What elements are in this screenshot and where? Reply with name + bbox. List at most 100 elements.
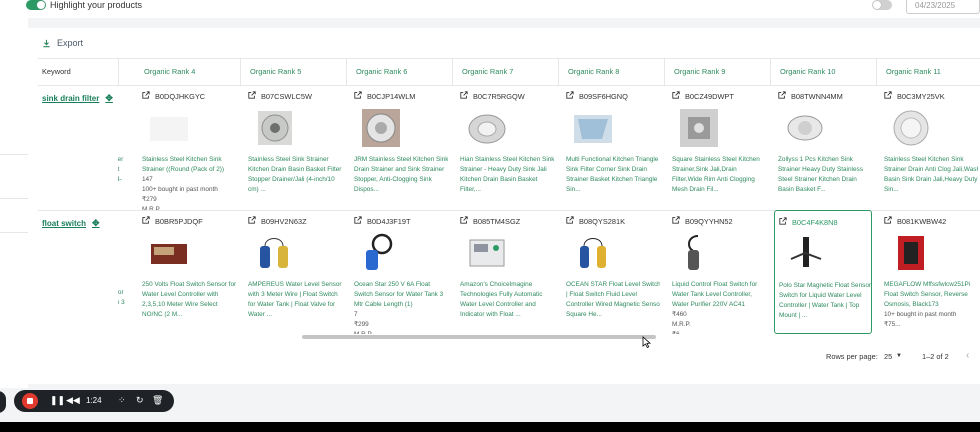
grid-icon[interactable]: ⁘ bbox=[118, 395, 126, 406]
keyword-link[interactable]: float switch ✥ bbox=[42, 218, 100, 229]
product-title-text[interactable]: Zollyss 1 Pcs Kitchen Sink Strainer Heav… bbox=[778, 155, 872, 195]
product-cell[interactable]: B0C7R5RGQW Hian Stainless Steel Kitchen S… bbox=[456, 85, 554, 210]
scrollbar-thumb[interactable] bbox=[302, 335, 656, 339]
trash-icon[interactable]: 🗑 bbox=[152, 395, 163, 406]
product-title-text[interactable]: Liquid Control Float Switch for Water Ta… bbox=[672, 280, 766, 310]
product-image[interactable] bbox=[890, 232, 932, 274]
caret-down-icon[interactable]: ▼ bbox=[896, 353, 902, 359]
external-link-icon[interactable] bbox=[460, 216, 473, 226]
product-image[interactable] bbox=[890, 107, 932, 149]
product-cell[interactable]: B08TWNN4MM Zollyss 1 Pcs Kitchen Sink Str… bbox=[774, 85, 872, 210]
product-title-text[interactable]: Polo Star Magnetic Float Sensor Switch f… bbox=[779, 281, 871, 321]
product-cell[interactable]: B0BR5PJDQF 250 Volts Float Switch Sensor … bbox=[138, 210, 236, 335]
highlight-toggle[interactable] bbox=[26, 0, 46, 10]
asin-link[interactable]: B0CZ49DWPT bbox=[672, 91, 734, 101]
product-image[interactable] bbox=[148, 107, 190, 149]
external-link-icon[interactable] bbox=[778, 91, 791, 101]
external-link-icon[interactable] bbox=[354, 91, 367, 101]
product-image[interactable] bbox=[148, 232, 190, 274]
product-image[interactable] bbox=[466, 107, 508, 149]
product-title[interactable]: Liquid Control Float Switch for Water Ta… bbox=[672, 280, 766, 335]
product-image[interactable] bbox=[678, 107, 720, 149]
secondary-toggle[interactable] bbox=[872, 0, 892, 10]
rows-per-page-select[interactable]: 25 bbox=[884, 352, 892, 361]
external-link-icon[interactable] bbox=[142, 91, 155, 101]
product-image[interactable] bbox=[785, 233, 827, 275]
external-link-icon[interactable] bbox=[884, 91, 897, 101]
asin-link[interactable]: B09SF6HGNQ bbox=[566, 91, 628, 101]
product-title-text[interactable]: Multi Functional Kitchen Triangle Sink F… bbox=[566, 155, 660, 195]
product-title-text[interactable]: Stainless Steel Kitchen Sink Strainer Dr… bbox=[884, 155, 978, 195]
product-title[interactable]: Amazon's ChoiceImagine Technologies Full… bbox=[460, 280, 554, 320]
external-link-icon[interactable] bbox=[779, 217, 792, 227]
product-cell[interactable]: B09SF6HGNQ Multi Functional Kitchen Trian… bbox=[562, 85, 660, 210]
product-cell[interactable]: B07CSWLC5W Stainless Steel Sink Strainer … bbox=[244, 85, 342, 210]
pause-icon[interactable]: ❚❚ bbox=[50, 395, 65, 406]
crosshair-icon[interactable]: ✥ bbox=[105, 93, 113, 104]
asin-link[interactable]: B0C4F4K8N8 bbox=[779, 217, 838, 227]
external-link-icon[interactable] bbox=[248, 91, 261, 101]
product-title[interactable]: Square Stainless Steel Kitchen Strainer,… bbox=[672, 155, 766, 195]
asin-link[interactable]: B09HV2N63Z bbox=[248, 216, 307, 226]
rewind-icon[interactable]: ◀◀ bbox=[66, 395, 80, 406]
asin-link[interactable]: B07CSWLC5W bbox=[248, 91, 312, 101]
keyword-link[interactable]: sink drain filter ✥ bbox=[42, 93, 113, 104]
external-link-icon[interactable] bbox=[354, 216, 367, 226]
product-title[interactable]: Zollyss 1 Pcs Kitchen Sink Strainer Heav… bbox=[778, 155, 872, 195]
product-title[interactable]: 250 Volts Float Switch Sensor for Water … bbox=[142, 280, 236, 320]
product-cell[interactable]: B09QYYHN52 Liquid Control Float Switch fo… bbox=[668, 210, 766, 335]
product-image[interactable] bbox=[254, 107, 296, 149]
product-title-text[interactable]: JRM Stainless Steel Kitchen Sink Drain S… bbox=[354, 155, 448, 195]
product-image[interactable] bbox=[254, 232, 296, 274]
product-title-text[interactable]: Stainless Steel Sink Strainer Kitchen Dr… bbox=[248, 155, 342, 195]
external-link-icon[interactable] bbox=[248, 216, 261, 226]
product-title-text[interactable]: Hian Stainless Steel Kitchen Sink Strain… bbox=[460, 155, 554, 195]
external-link-icon[interactable] bbox=[142, 216, 155, 226]
product-title-text[interactable]: MEGAFLOW Mffssfwlcw251Pi Float Switch Se… bbox=[884, 280, 978, 310]
product-title[interactable]: Ocean Star 250 V 6A Float Switch Sensor … bbox=[354, 280, 448, 335]
product-cell[interactable]: B0DQJHKGYC Stainless Steel Kitchen Sink S… bbox=[138, 85, 236, 210]
keyword-text[interactable]: float switch bbox=[42, 219, 86, 228]
external-link-icon[interactable] bbox=[672, 216, 685, 226]
product-image[interactable] bbox=[466, 232, 508, 274]
product-title[interactable]: Stainless Steel Kitchen Sink Strainer ((… bbox=[142, 155, 236, 210]
product-cell[interactable]: B09HV2N63Z AMPEREUS Water Level Sensor wi… bbox=[244, 210, 342, 335]
product-title[interactable]: Polo Star Magnetic Float Sensor Switch f… bbox=[779, 281, 871, 321]
product-title[interactable]: JRM Stainless Steel Kitchen Sink Drain S… bbox=[354, 155, 448, 195]
asin-link[interactable]: B0C7R5RGQW bbox=[460, 91, 525, 101]
external-link-icon[interactable] bbox=[460, 91, 473, 101]
product-cell[interactable]: B0C3MY25VK Stainless Steel Kitchen Sink S… bbox=[880, 85, 978, 210]
asin-link[interactable]: B0BR5PJDQF bbox=[142, 216, 203, 226]
chevron-left-icon[interactable]: ‹ bbox=[966, 350, 969, 361]
asin-link[interactable]: B09QYYHN52 bbox=[672, 216, 733, 226]
product-image[interactable] bbox=[360, 107, 402, 149]
product-cell[interactable]: B08QYS281K OCEAN STAR Float Level Switch … bbox=[562, 210, 660, 335]
product-title-text[interactable]: Stainless Steel Kitchen Sink Strainer ((… bbox=[142, 155, 236, 175]
product-image[interactable] bbox=[678, 232, 720, 274]
crosshair-icon[interactable]: ✥ bbox=[92, 218, 100, 229]
product-title[interactable]: Stainless Steel Kitchen Sink Strainer Dr… bbox=[884, 155, 978, 195]
asin-link[interactable]: B0C3MY25VK bbox=[884, 91, 945, 101]
date-input[interactable]: 04/23/2025 bbox=[906, 0, 980, 14]
product-cell[interactable]: B0C4F4K8N8 Polo Star Magnetic Float Senso… bbox=[774, 210, 872, 334]
product-title[interactable]: AMPEREUS Water Level Sensor with 3 Meter… bbox=[248, 280, 342, 320]
keyword-text[interactable]: sink drain filter bbox=[42, 94, 99, 103]
product-cell[interactable]: B0CZ49DWPT Square Stainless Steel Kitchen… bbox=[668, 85, 766, 210]
asin-link[interactable]: B0CJP14WLM bbox=[354, 91, 415, 101]
product-title[interactable]: Stainless Steel Sink Strainer Kitchen Dr… bbox=[248, 155, 342, 195]
product-cell[interactable]: B081KWBW42 MEGAFLOW Mffssfwlcw251Pi Float… bbox=[880, 210, 978, 335]
product-cell[interactable]: B085TM4SGZ Amazon's ChoiceImagine Technol… bbox=[456, 210, 554, 335]
asin-link[interactable]: B0DQJHKGYC bbox=[142, 91, 205, 101]
asin-link[interactable]: B08QYS281K bbox=[566, 216, 625, 226]
export-button[interactable]: Export bbox=[42, 38, 83, 48]
product-title-text[interactable]: 250 Volts Float Switch Sensor for Water … bbox=[142, 280, 236, 320]
product-title[interactable]: Multi Functional Kitchen Triangle Sink F… bbox=[566, 155, 660, 195]
product-image[interactable] bbox=[360, 232, 402, 274]
product-title-text[interactable]: Amazon's ChoiceImagine Technologies Full… bbox=[460, 280, 554, 320]
product-image[interactable] bbox=[784, 107, 826, 149]
restart-icon[interactable]: ↻ bbox=[136, 395, 144, 406]
product-image[interactable] bbox=[572, 107, 614, 149]
product-title[interactable]: MEGAFLOW Mffssfwlcw251Pi Float Switch Se… bbox=[884, 280, 978, 330]
product-cell[interactable]: B0CJP14WLM JRM Stainless Steel Kitchen Si… bbox=[350, 85, 448, 210]
product-title-text[interactable]: AMPEREUS Water Level Sensor with 3 Meter… bbox=[248, 280, 342, 320]
